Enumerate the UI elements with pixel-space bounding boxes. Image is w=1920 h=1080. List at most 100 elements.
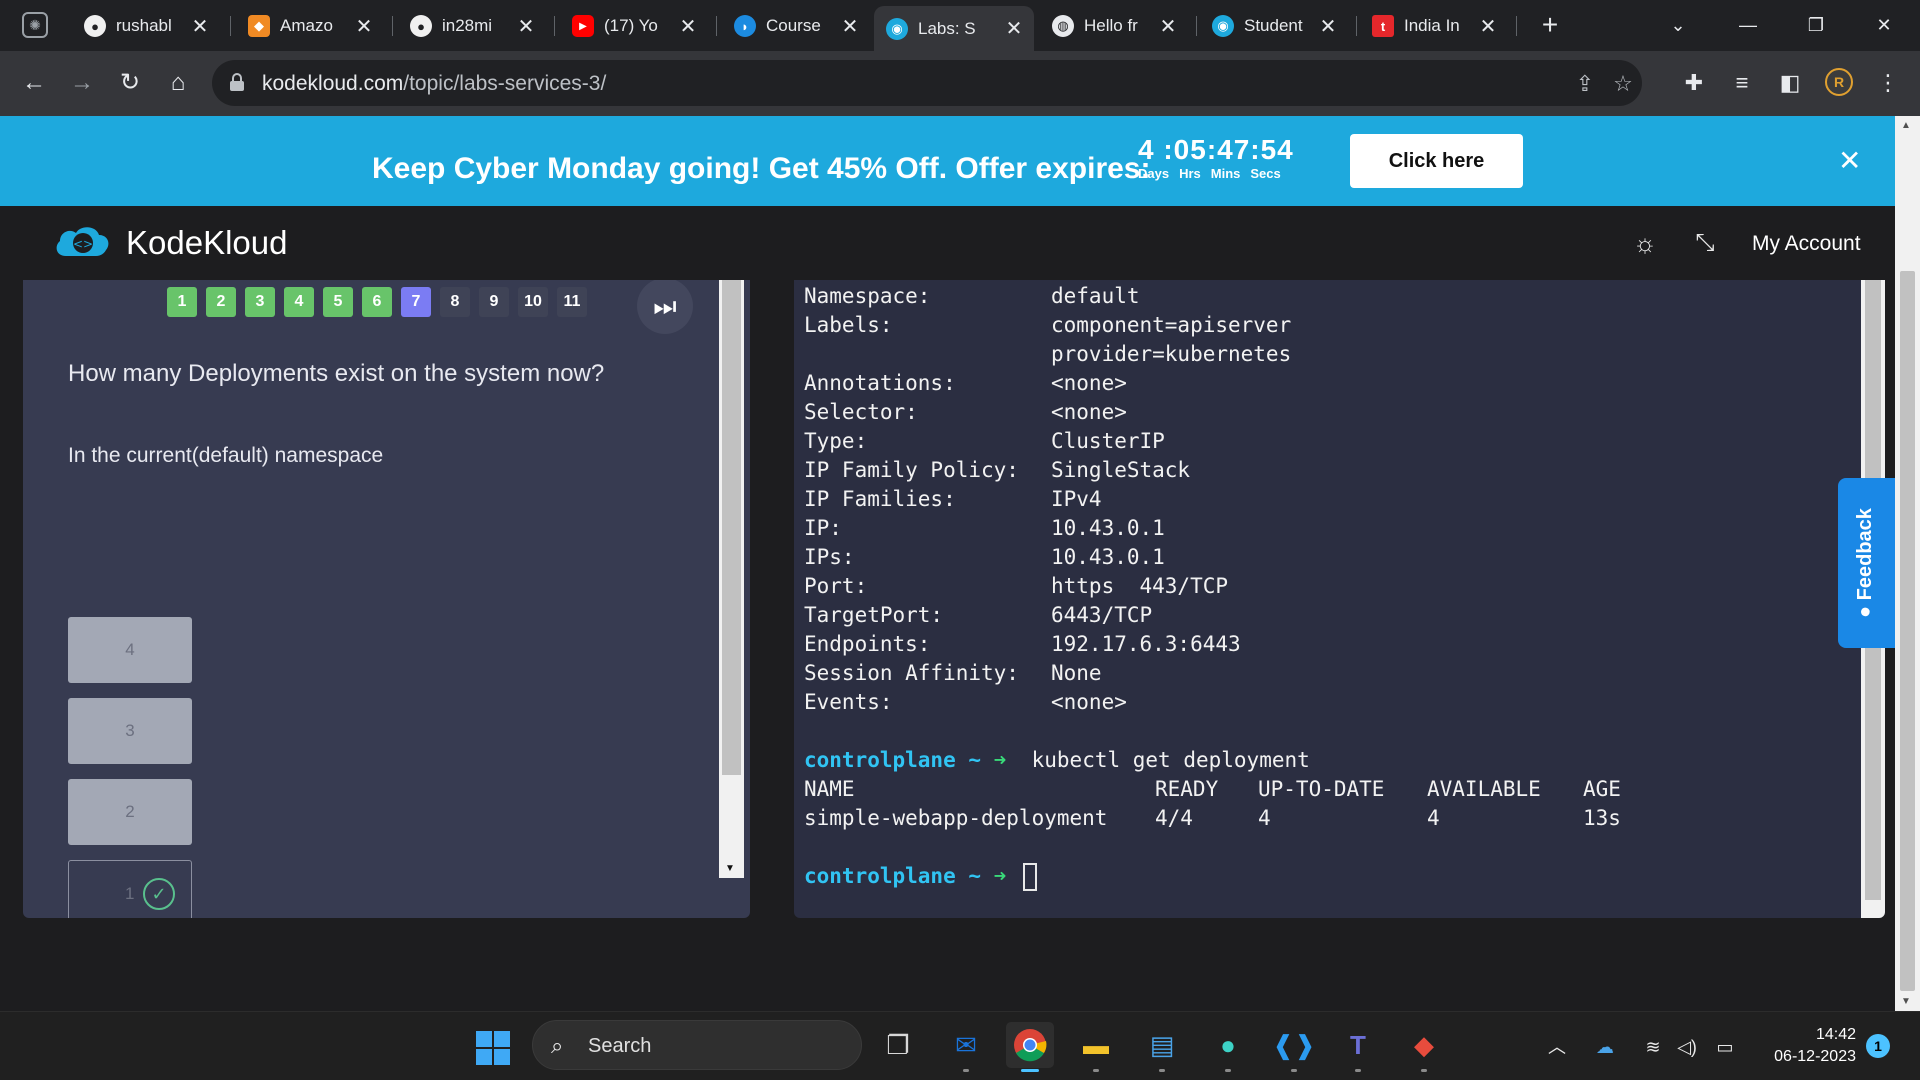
side-panel-icon[interactable]: ◧: [1772, 64, 1808, 102]
tab-labs-services-active[interactable]: ◉ Labs: S ✕: [874, 6, 1034, 51]
theme-toggle-sun-icon[interactable]: ☼: [1630, 228, 1660, 258]
tab-hello[interactable]: ◍ Hello fr ✕: [1040, 7, 1188, 45]
chrome-icon[interactable]: [1006, 1022, 1054, 1072]
question-number-11[interactable]: 11: [557, 287, 587, 317]
close-icon[interactable]: ✕: [354, 14, 374, 39]
scroll-down-arrow-icon[interactable]: ▼: [725, 863, 735, 874]
active-prompt-line[interactable]: controlplane ~ ➜: [804, 862, 1621, 891]
my-account-link[interactable]: My Account: [1752, 232, 1861, 256]
terminal-panel[interactable]: Namespace: default Labels: component=apiser…: [794, 280, 1885, 918]
wifi-icon[interactable]: ≋: [1640, 1034, 1666, 1060]
chatgpt-app-icon[interactable]: ✺: [22, 12, 48, 38]
tab-youtube[interactable]: ▶ (17) Yo ✕: [560, 7, 708, 45]
close-icon[interactable]: ✕: [1478, 14, 1498, 39]
describe-key: IP Families:: [804, 487, 956, 511]
minimize-button[interactable]: —: [1720, 6, 1776, 44]
tab-course[interactable]: ◗ Course ✕: [722, 7, 870, 45]
close-icon[interactable]: ✕: [1158, 14, 1178, 39]
option-label: 1: [125, 884, 135, 903]
question-number-1[interactable]: 1: [167, 287, 197, 317]
tab-github-rushabh[interactable]: ● rushabl ✕: [72, 7, 220, 45]
close-icon[interactable]: ✕: [840, 14, 860, 39]
question-number-8[interactable]: 8: [440, 287, 470, 317]
home-icon[interactable]: ⌂: [160, 65, 196, 101]
question-number-4[interactable]: 4: [284, 287, 314, 317]
battery-icon[interactable]: ▭: [1712, 1034, 1738, 1060]
question-number-6[interactable]: 6: [362, 287, 392, 317]
scrollbar-thumb[interactable]: [722, 280, 741, 775]
describe-line: Type: ClusterIP: [804, 427, 1621, 456]
quiz-scrollbar[interactable]: ▼: [719, 280, 744, 878]
describe-key: Events:: [804, 690, 893, 714]
scrollbar-thumb[interactable]: [1900, 271, 1915, 991]
reload-icon[interactable]: ↻: [112, 65, 148, 101]
feedback-label: ● Feedback: [1854, 508, 1876, 618]
describe-value: provider=kubernetes: [1051, 342, 1292, 366]
outlook-icon[interactable]: ✉: [942, 1022, 990, 1072]
question-number-10[interactable]: 10: [518, 287, 548, 317]
kodekloud-logo-text[interactable]: KodeKloud: [126, 224, 287, 262]
skip-to-end-icon[interactable]: ⏭: [637, 280, 693, 334]
chat-bubble-app-icon[interactable]: ●: [1204, 1022, 1252, 1072]
close-window-button[interactable]: ✕: [1856, 6, 1912, 44]
forward-icon[interactable]: →: [64, 65, 100, 101]
kodekloud-logo-icon[interactable]: <>: [52, 222, 112, 264]
tab-student[interactable]: ◉ Student ✕: [1200, 7, 1348, 45]
question-number-2[interactable]: 2: [206, 287, 236, 317]
close-icon[interactable]: ✕: [1004, 16, 1024, 41]
vscode-icon[interactable]: ❰❱: [1270, 1022, 1318, 1072]
address-bar[interactable]: kodekloud.com/topic/labs-services-3/ ⇪ ☆: [212, 60, 1642, 106]
exit-fullscreen-icon[interactable]: ⤡: [1690, 228, 1720, 258]
profile-avatar[interactable]: R: [1825, 68, 1853, 96]
taskbar-search-box[interactable]: ⌕ Search: [532, 1020, 862, 1070]
volume-icon[interactable]: ◁): [1674, 1034, 1700, 1060]
question-number-5[interactable]: 5: [323, 287, 353, 317]
show-hidden-icons-chevron-icon[interactable]: ︿: [1544, 1034, 1570, 1060]
tab-separator: [554, 16, 555, 36]
close-icon[interactable]: ✕: [678, 14, 698, 39]
bookmark-star-icon[interactable]: ☆: [1608, 70, 1638, 98]
extensions-icon[interactable]: ✚: [1676, 64, 1712, 102]
scroll-down-arrow-icon[interactable]: ▼: [1901, 996, 1911, 1007]
click-here-button[interactable]: Click here: [1350, 134, 1523, 188]
restore-button[interactable]: ❐: [1788, 6, 1844, 44]
github-icon: ●: [84, 15, 106, 37]
notification-badge[interactable]: 1: [1866, 1034, 1890, 1058]
windows-start-icon[interactable]: [476, 1031, 510, 1065]
task-view-icon[interactable]: ❐: [874, 1022, 922, 1068]
system-clock[interactable]: 14:42 06-12-2023: [1756, 1024, 1856, 1068]
page-scrollbar[interactable]: ▲ ▼: [1895, 116, 1920, 1011]
share-icon[interactable]: ⇪: [1570, 70, 1600, 98]
feedback-button[interactable]: ● Feedback: [1838, 478, 1895, 648]
answer-option-1-selected[interactable]: 1 ✓: [68, 860, 192, 918]
media-controls-icon[interactable]: ≡: [1724, 64, 1760, 102]
close-icon[interactable]: ✕: [516, 14, 536, 39]
answer-option-4[interactable]: 4: [68, 617, 192, 683]
close-icon[interactable]: ✕: [1838, 144, 1861, 177]
tab-amazon[interactable]: ◆ Amazo ✕: [236, 7, 384, 45]
command-line: controlplane ~ ➜ kubectl get deployment: [804, 748, 1310, 772]
back-icon[interactable]: ←: [16, 65, 52, 101]
svg-text:<>: <>: [73, 237, 93, 251]
answer-option-3[interactable]: 3: [68, 698, 192, 764]
answer-option-2[interactable]: 2: [68, 779, 192, 845]
notepad-icon[interactable]: ▤: [1138, 1022, 1186, 1072]
menu-kebab-icon[interactable]: ⋮: [1870, 64, 1906, 102]
teams-icon[interactable]: T: [1334, 1022, 1382, 1072]
question-number-7[interactable]: 7: [401, 287, 431, 317]
question-number-9[interactable]: 9: [479, 287, 509, 317]
question-number-3[interactable]: 3: [245, 287, 275, 317]
scroll-up-arrow-icon[interactable]: ▲: [1901, 120, 1911, 131]
tab-search-button[interactable]: ⌄: [1650, 6, 1706, 44]
url-text[interactable]: kodekloud.com/topic/labs-services-3/: [262, 72, 606, 96]
lock-icon[interactable]: [230, 73, 244, 91]
new-tab-button[interactable]: +: [1535, 8, 1565, 42]
file-explorer-icon[interactable]: ▬: [1072, 1022, 1120, 1072]
tab-github-in28min[interactable]: ● in28mi ✕: [398, 7, 546, 45]
onedrive-icon[interactable]: ☁: [1592, 1034, 1618, 1060]
tab-india[interactable]: t India In ✕: [1360, 7, 1508, 45]
close-icon[interactable]: ✕: [190, 14, 210, 39]
close-icon[interactable]: ✕: [1318, 14, 1338, 39]
git-icon[interactable]: ◆: [1400, 1022, 1448, 1072]
describe-line: Endpoints: 192.17.6.3:6443: [804, 630, 1621, 659]
